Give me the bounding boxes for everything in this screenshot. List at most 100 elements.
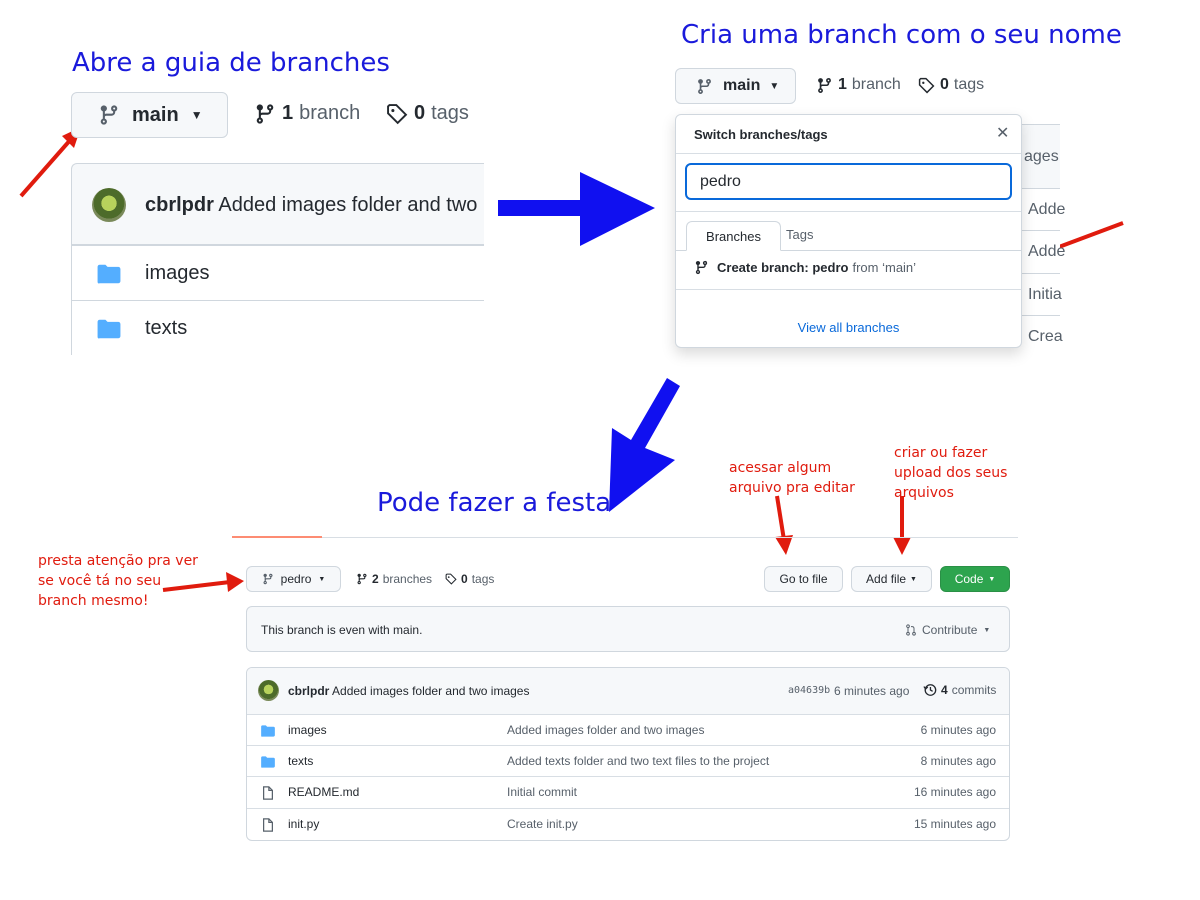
- branches-link[interactable]: 1 branch: [254, 102, 360, 125]
- close-icon[interactable]: ✕: [996, 123, 1009, 143]
- latest-commit-bar: cbrlpdr Added images folder and two imag…: [71, 163, 484, 245]
- file-time: 6 minutes ago: [920, 723, 996, 737]
- commit-author[interactable]: cbrlpdr: [145, 194, 214, 216]
- view-all-branches-link[interactable]: View all branches: [676, 320, 1021, 335]
- commit-author[interactable]: cbrlpdr: [288, 684, 329, 698]
- branch-select-label: main: [132, 103, 179, 126]
- commits-link[interactable]: 4 commits: [923, 683, 996, 697]
- tags-link[interactable]: 0 tags: [918, 76, 984, 94]
- branch-select-button[interactable]: main ▼: [675, 68, 796, 104]
- avatar: [92, 188, 126, 222]
- add-file-label: Add file: [866, 572, 907, 586]
- file-name[interactable]: images: [288, 723, 327, 737]
- file-time: 15 minutes ago: [913, 817, 996, 831]
- red-arrow-add-file: [893, 496, 911, 555]
- tag-icon: [918, 77, 935, 93]
- behind-text: Adde: [1028, 201, 1066, 218]
- history-icon: [923, 684, 937, 696]
- caret-down-icon: ▼: [190, 108, 203, 122]
- tag-word: tags: [953, 76, 985, 93]
- git-branch-icon: [357, 573, 367, 585]
- commit-message[interactable]: Added images folder and two images: [332, 684, 529, 698]
- branch-select-button[interactable]: main ▼: [71, 92, 228, 138]
- tab-branches[interactable]: Branches: [686, 221, 781, 251]
- code-button[interactable]: Code ▼: [940, 566, 1010, 592]
- pull-request-icon: [906, 624, 916, 636]
- git-branch-icon: [263, 573, 273, 585]
- file-time: 16 minutes ago: [913, 785, 996, 799]
- add-file-button[interactable]: Add file ▼: [851, 566, 932, 592]
- branch-select-label: pedro: [280, 572, 312, 586]
- branch-search-input[interactable]: [685, 163, 1012, 200]
- branch-word: branch: [299, 102, 361, 124]
- caret-down-icon: ▼: [910, 575, 917, 583]
- folder-icon: [261, 756, 275, 768]
- note-check-branch: presta atenção pra ver se você tá no seu…: [38, 553, 198, 609]
- file-commit-message[interactable]: Create init.py: [507, 817, 578, 831]
- caret-down-icon: ▼: [983, 626, 991, 634]
- behind-text: Initia: [1028, 286, 1062, 303]
- folder-icon: [97, 264, 121, 284]
- behind-text: ages: [1024, 148, 1059, 165]
- file-row[interactable]: texts: [72, 300, 484, 356]
- file-commit-message[interactable]: Added images folder and two images: [507, 723, 704, 737]
- code-label: Code: [954, 572, 984, 586]
- blue-arrow-right: [498, 172, 655, 246]
- branch-word: branches: [382, 572, 433, 586]
- git-branch-icon: [256, 103, 274, 124]
- branches-link[interactable]: 2 branches: [356, 572, 432, 586]
- tag-word: tags: [471, 572, 495, 586]
- tab-tags[interactable]: Tags: [786, 227, 813, 242]
- repo-nav-divider: [232, 537, 1018, 538]
- file-commit-message[interactable]: Initial commit: [507, 785, 577, 799]
- branch-count: 1: [282, 102, 294, 124]
- folder-icon: [261, 725, 275, 737]
- git-branch-icon: [698, 78, 711, 94]
- table-row[interactable]: README.md Initial commit 16 minutes ago: [247, 776, 1009, 808]
- file-row[interactable]: images: [72, 245, 484, 301]
- create-branch-label: Create branch: pedro: [717, 260, 849, 275]
- behind-text: Adde: [1028, 243, 1066, 260]
- tag-count: 0: [414, 102, 426, 124]
- file-icon: [263, 818, 273, 832]
- tag-count: 0: [940, 76, 949, 93]
- branches-link[interactable]: 1 branch: [816, 76, 901, 94]
- commit-hash[interactable]: a04639b: [788, 685, 830, 696]
- file-name[interactable]: texts: [145, 317, 187, 340]
- table-row[interactable]: images Added images folder and two image…: [247, 714, 1009, 746]
- file-commit-message[interactable]: Added texts folder and two text files to…: [507, 754, 769, 768]
- branch-count: 1: [838, 76, 847, 93]
- note-add-file: criar ou fazer upload dos seus arquivos: [894, 445, 1008, 501]
- tag-word: tags: [431, 102, 469, 124]
- commit-message[interactable]: Added images folder and two images: [218, 194, 484, 216]
- tag-icon: [445, 573, 457, 585]
- branch-select-button[interactable]: pedro ▼: [246, 566, 341, 592]
- commit-time: 6 minutes ago: [834, 684, 910, 698]
- tags-link[interactable]: 0 tags: [386, 102, 469, 125]
- branch-select-label: main: [723, 77, 761, 94]
- git-branch-icon: [100, 105, 118, 125]
- file-name[interactable]: init.py: [288, 817, 319, 831]
- git-branch-icon: [695, 260, 708, 275]
- caret-down-icon: ▼: [769, 80, 780, 92]
- table-row[interactable]: init.py Create init.py 15 minutes ago: [247, 808, 1009, 840]
- contribute-button[interactable]: Contribute ▼: [905, 623, 990, 637]
- table-row[interactable]: texts Added texts folder and two text fi…: [247, 745, 1009, 777]
- tag-count: 0: [461, 572, 468, 586]
- git-branch-icon: [818, 77, 831, 93]
- goto-file-button[interactable]: Go to file: [764, 566, 843, 592]
- tag-icon: [387, 103, 408, 124]
- tags-link[interactable]: 0 tags: [445, 572, 494, 586]
- avatar: [258, 680, 279, 701]
- file-name[interactable]: README.md: [288, 785, 359, 799]
- contribute-label: Contribute: [922, 623, 978, 637]
- branch-word: branch: [851, 76, 901, 93]
- create-branch-item[interactable]: Create branch: pedro from ‘main’: [694, 260, 916, 275]
- file-time: 8 minutes ago: [920, 754, 996, 768]
- file-name[interactable]: texts: [288, 754, 313, 768]
- file-icon: [263, 786, 273, 800]
- file-name[interactable]: images: [145, 262, 209, 285]
- panel1-left-border: [71, 245, 72, 355]
- caret-down-icon: ▼: [988, 575, 996, 583]
- create-branch-source: from ‘main’: [852, 260, 917, 275]
